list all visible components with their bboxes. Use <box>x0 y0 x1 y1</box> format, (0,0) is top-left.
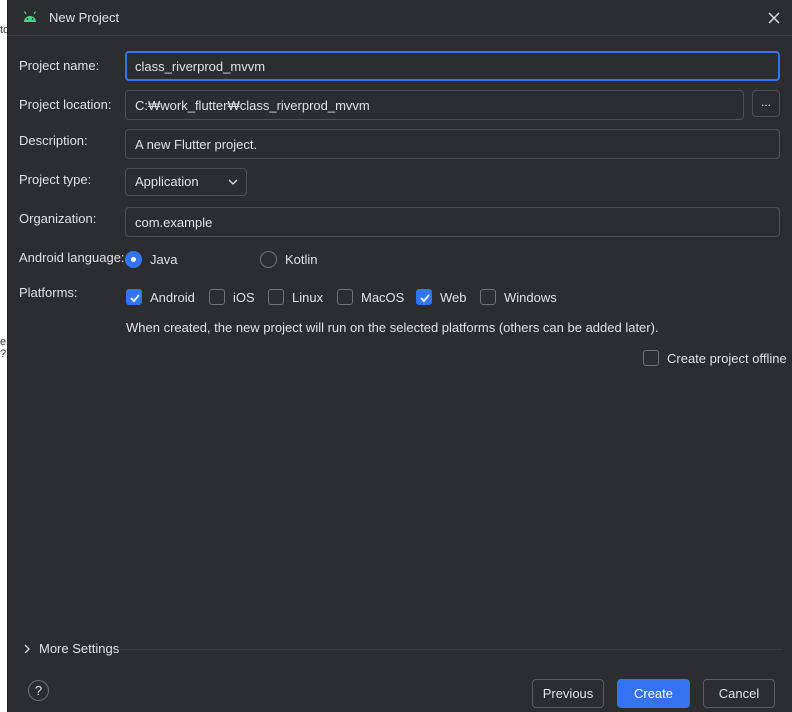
checkbox-android-label: Android <box>150 289 195 305</box>
checkbox-linux[interactable]: Linux <box>268 289 323 305</box>
project-name-label: Project name: <box>19 58 100 73</box>
radio-java-indicator[interactable] <box>125 251 142 268</box>
more-settings-label: More Settings <box>39 641 120 656</box>
organization-input[interactable] <box>125 207 780 237</box>
checkbox-create-offline-box[interactable] <box>643 350 659 366</box>
checkbox-create-offline-label: Create project offline <box>667 350 787 366</box>
platforms-label: Platforms: <box>19 285 78 300</box>
organization-label: Organization: <box>19 211 97 226</box>
android-language-label: Android language: <box>19 250 125 265</box>
create-button[interactable]: Create <box>617 679 690 708</box>
checkbox-linux-label: Linux <box>292 289 324 305</box>
checkbox-windows-label: Windows <box>504 289 557 305</box>
previous-button[interactable]: Previous <box>532 679 604 708</box>
checkbox-linux-box[interactable] <box>268 289 284 305</box>
browse-location-button[interactable]: ... <box>752 90 780 117</box>
checkbox-macos-label: MacOS <box>361 289 405 305</box>
project-type-label: Project type: <box>19 172 92 187</box>
close-icon[interactable] <box>764 8 784 28</box>
dialog-titlebar: New Project <box>8 0 792 36</box>
checkbox-create-offline[interactable]: Create project offline <box>643 350 787 366</box>
checkmark-icon <box>420 294 430 303</box>
checkbox-android-box[interactable] <box>126 289 142 305</box>
checkbox-web-label: Web <box>440 289 467 305</box>
checkbox-ios-box[interactable] <box>209 289 225 305</box>
more-settings-toggle[interactable]: More Settings <box>22 641 119 656</box>
checkbox-web[interactable]: Web <box>416 289 467 305</box>
new-project-dialog: New Project Project name: Project locati… <box>7 0 792 712</box>
radio-java[interactable]: Java <box>125 251 177 268</box>
more-settings-divider <box>120 649 782 650</box>
radio-kotlin-indicator[interactable] <box>260 251 277 268</box>
android-icon <box>23 11 37 22</box>
cancel-button[interactable]: Cancel <box>703 679 775 708</box>
checkbox-android[interactable]: Android <box>126 289 195 305</box>
checkbox-web-box[interactable] <box>416 289 432 305</box>
radio-kotlin[interactable]: Kotlin <box>260 251 318 268</box>
checkbox-ios[interactable]: iOS <box>209 289 255 305</box>
dialog-title: New Project <box>49 10 120 25</box>
project-location-label: Project location: <box>19 97 112 112</box>
checkmark-icon <box>130 294 140 303</box>
project-location-input[interactable] <box>125 90 744 120</box>
project-name-input[interactable] <box>125 51 780 81</box>
checkbox-macos[interactable]: MacOS <box>337 289 404 305</box>
platforms-hint: When created, the new project will run o… <box>126 320 659 335</box>
chevron-right-icon <box>24 644 30 653</box>
help-button[interactable]: ? <box>28 680 49 701</box>
checkbox-windows-box[interactable] <box>480 289 496 305</box>
chevron-down-icon <box>228 179 238 185</box>
description-label: Description: <box>19 133 88 148</box>
radio-kotlin-label: Kotlin <box>285 252 318 267</box>
project-type-dropdown[interactable]: Application <box>125 168 247 196</box>
radio-java-label: Java <box>150 252 178 267</box>
checkbox-windows[interactable]: Windows <box>480 289 557 305</box>
project-type-selected: Application <box>135 174 199 189</box>
checkbox-macos-box[interactable] <box>337 289 353 305</box>
checkbox-ios-label: iOS <box>233 289 255 305</box>
description-input[interactable] <box>125 129 780 159</box>
